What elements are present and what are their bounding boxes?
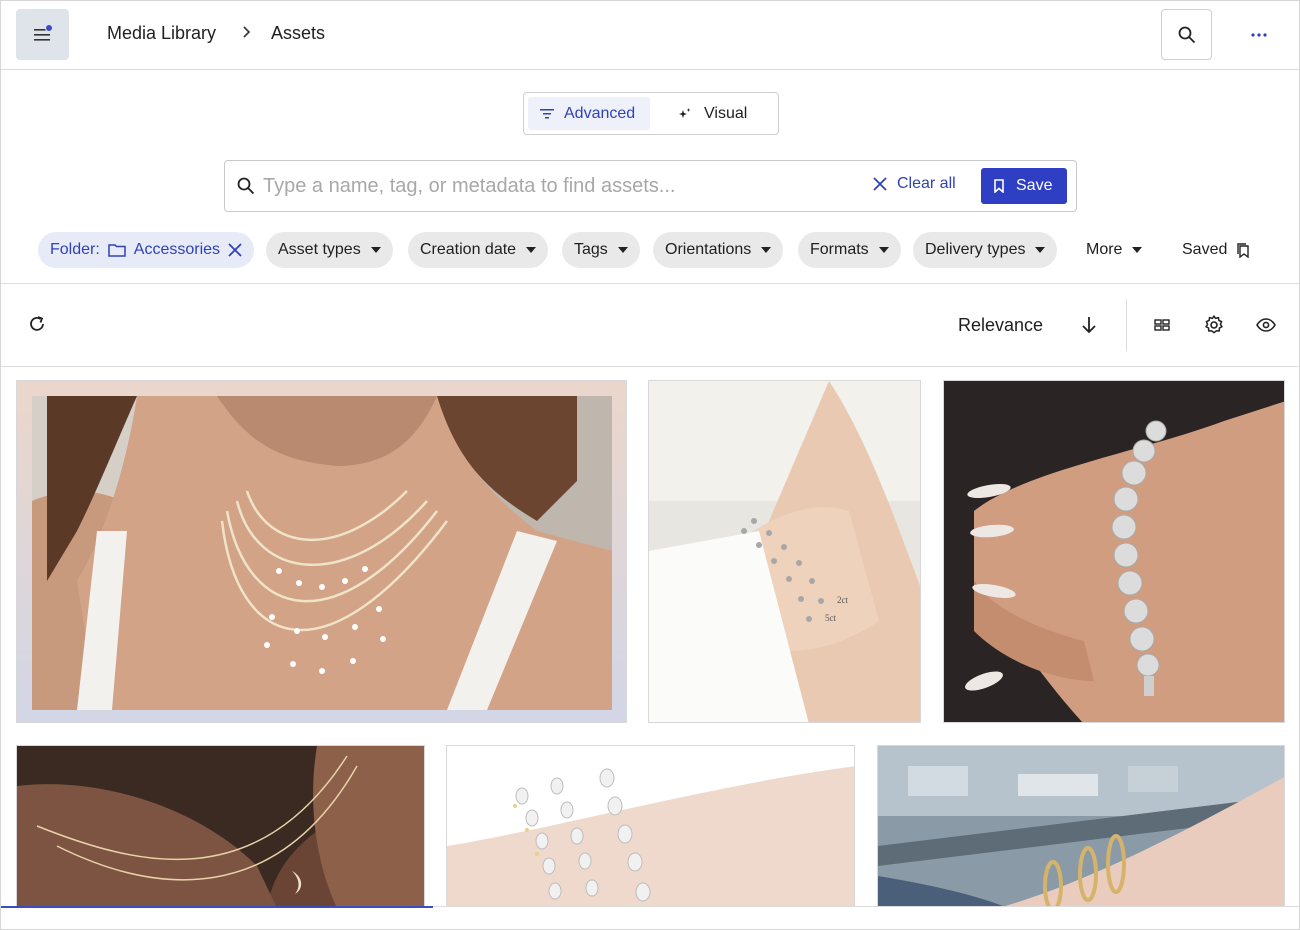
caret-down-icon [526,247,537,253]
asset-thumbnail [944,381,1284,722]
chevron-right-icon [243,26,251,38]
bookmark-icon [994,179,1004,193]
divider [1,283,1299,284]
asset-card-halo-bracelet[interactable] [943,380,1285,723]
advanced-mode-label: Advanced [564,104,636,122]
asset-thumbnail [447,746,854,906]
save-search-button[interactable]: Save [981,168,1067,204]
sort-by-dropdown[interactable]: Relevance [958,315,1043,336]
carat-label-5ct: 5ct [825,613,836,623]
caret-down-icon [878,247,889,253]
visual-mode-tab[interactable]: Visual [678,97,747,130]
tags-filter-chip[interactable]: Tags [562,232,640,268]
save-label: Save [1016,177,1053,194]
folder-filter-label: Folder: [50,241,100,258]
toolbar-divider [1126,299,1127,351]
orientations-filter-chip[interactable]: Orientations [653,232,784,268]
more-filters-label: More [1086,241,1123,258]
more-filters-button[interactable]: More [1086,232,1143,268]
advanced-mode-tab[interactable]: Advanced [528,97,650,130]
notification-dot [45,24,53,32]
caret-down-icon [370,247,381,253]
carat-label-2ct: 2ct [837,595,848,605]
more-options-button[interactable] [1241,21,1277,49]
saved-bookmarks-icon [1237,242,1250,258]
asset-search-bar: Clear all Save [224,160,1077,212]
search-field-icon-wrap [237,177,255,200]
top-bar: Media Library Assets [1,1,1299,70]
orientations-label: Orientations [665,241,752,258]
asset-card-stacked-bracelets[interactable] [446,745,855,907]
caret-down-icon [617,247,628,253]
search-icon [237,177,255,195]
gear-icon[interactable] [1203,314,1225,336]
saved-searches-button[interactable]: Saved [1182,232,1250,268]
caret-down-icon [761,247,772,253]
global-search-button[interactable] [1161,9,1212,60]
delivery-types-label: Delivery types [925,241,1026,258]
filter-icon [540,108,554,118]
search-mode-toggle: Advanced Visual [523,92,779,135]
asset-types-filter-chip[interactable]: Asset types [266,232,393,268]
asset-card-delicate-necklaces[interactable] [16,745,425,907]
creation-date-filter-chip[interactable]: Creation date [408,232,549,268]
search-icon [1178,26,1195,43]
app-window: Media Library Assets Advanced Visual Typ… [0,0,1300,930]
sparkle-icon [679,107,691,118]
asset-thumbnail [878,746,1284,906]
bottom-status-bar [1,906,1299,929]
asset-card-tennis-bracelets[interactable]: 2ct 5ct [648,380,921,723]
close-icon [873,177,887,191]
clear-all-label: Clear all [897,175,956,192]
visual-mode-label: Visual [704,104,748,122]
asset-thumbnail [32,396,612,710]
folder-filter-value: Accessories [133,241,221,258]
more-horizontal-icon [1251,33,1267,37]
breadcrumb-assets: Assets [271,23,326,43]
formats-filter-chip[interactable]: Formats [798,232,901,268]
tags-label: Tags [574,241,608,258]
refresh-icon[interactable] [27,314,47,334]
folder-filter-chip[interactable]: Folder: Accessories [38,232,255,268]
asset-search-input[interactable] [263,169,843,203]
remove-filter-icon[interactable] [228,243,242,257]
asset-card-gold-bangles[interactable] [877,745,1285,907]
eye-icon[interactable] [1255,315,1277,335]
menu-button[interactable] [16,9,69,60]
caret-down-icon [1132,247,1143,253]
asset-thumbnail [17,746,424,906]
creation-date-label: Creation date [420,241,517,258]
breadcrumb-media-library[interactable]: Media Library [107,23,216,44]
asset-thumbnail: 2ct 5ct [649,381,920,722]
asset-card-necklace-layers[interactable] [16,380,627,723]
asset-types-label: Asset types [278,241,361,258]
divider [1,366,1299,367]
caret-down-icon [1035,247,1046,253]
loading-progress-bar [1,906,433,908]
delivery-types-filter-chip[interactable]: Delivery types [913,232,1058,268]
grid-view-icon[interactable] [1152,315,1172,335]
folder-icon [108,244,126,257]
arrow-down-icon[interactable] [1080,315,1098,335]
clear-all-button[interactable]: Clear all [873,175,956,193]
saved-label: Saved [1182,241,1228,258]
formats-label: Formats [810,241,869,258]
